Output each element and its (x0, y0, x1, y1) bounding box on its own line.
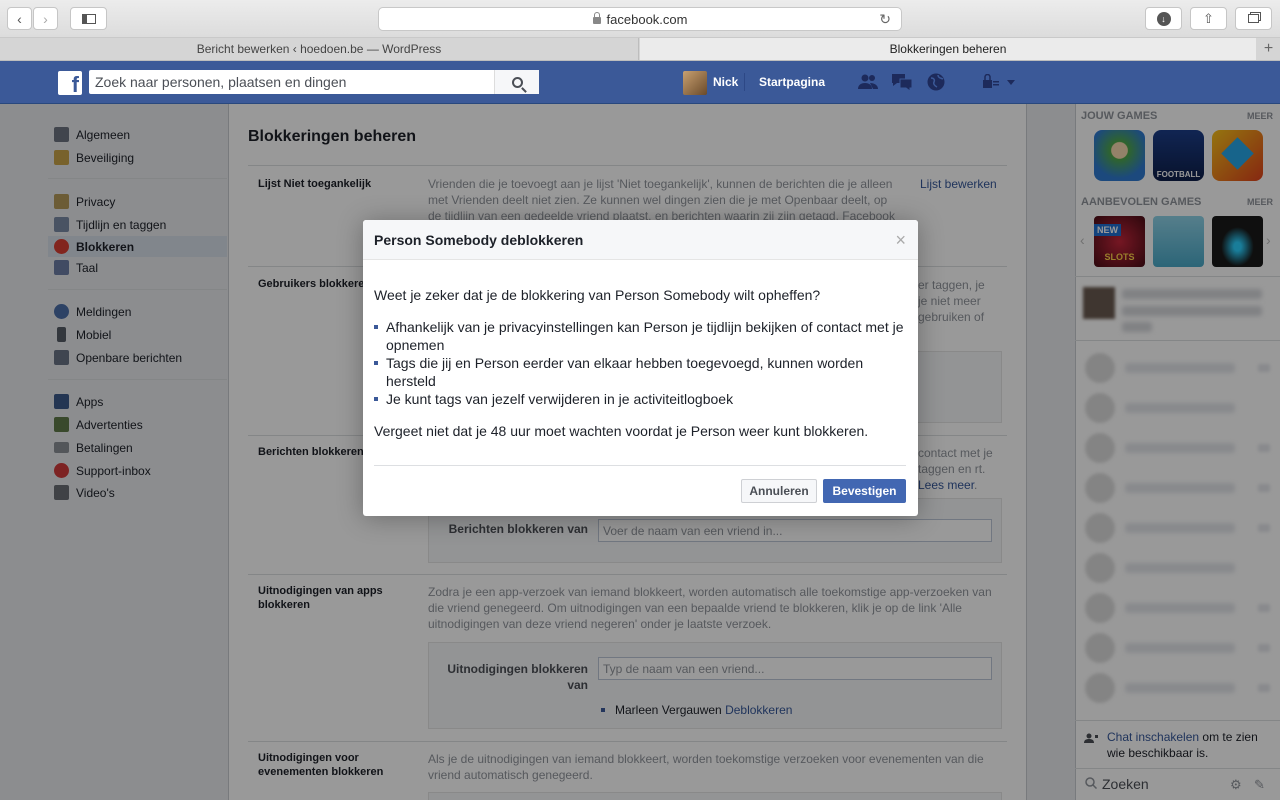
messages-icon[interactable] (891, 72, 913, 92)
chevron-left-icon: ‹ (17, 10, 22, 27)
facebook-logo-icon[interactable]: f (58, 71, 82, 95)
tab-label: Blokkeringen beheren (889, 42, 1007, 56)
dialog-divider (374, 465, 906, 466)
tab-wordpress[interactable]: Bericht bewerken ‹ hoedoen.be — WordPres… (0, 38, 639, 60)
list-item: Tags die jij en Person eerder van elkaar… (374, 354, 909, 390)
search-input[interactable]: Zoek naar personen, plaatsen en dingen (89, 70, 539, 94)
chevron-right-icon: › (43, 10, 48, 27)
browser-toolbar: ‹ › facebook.com ↻ ↓ ⇧ (0, 0, 1280, 38)
search-button[interactable] (494, 70, 539, 94)
dialog-question: Weet je zeker dat je de blokkering van P… (374, 287, 821, 303)
home-link[interactable]: Startpagina (759, 75, 825, 89)
list-item: Je kunt tags van jezelf verwijderen in j… (374, 390, 909, 408)
share-button[interactable]: ⇧ (1190, 7, 1227, 30)
nav-divider (744, 73, 745, 91)
cancel-button[interactable]: Annuleren (741, 479, 817, 503)
new-tab-button[interactable]: + (1257, 38, 1280, 60)
share-icon: ⇧ (1203, 10, 1214, 26)
tabs-overview-button[interactable] (1235, 7, 1272, 30)
download-icon: ↓ (1156, 11, 1171, 26)
dialog-title: Person Somebody deblokkeren (374, 232, 584, 248)
address-bar[interactable]: facebook.com ↻ (378, 7, 902, 31)
tab-label: Bericht bewerken ‹ hoedoen.be — WordPres… (196, 42, 442, 56)
dialog-note: Vergeet niet dat je 48 uur moet wachten … (374, 423, 869, 439)
dialog-consequences-list: Afhankelijk van je privacyinstellingen k… (374, 318, 909, 408)
list-item: Afhankelijk van je privacyinstellingen k… (374, 318, 909, 354)
tabs-icon (1248, 14, 1259, 23)
reload-icon[interactable]: ↻ (879, 11, 891, 28)
unblock-dialog: Person Somebody deblokkeren × Weet je ze… (363, 220, 918, 516)
search-icon (511, 76, 523, 88)
back-button[interactable]: ‹ (7, 7, 32, 30)
downloads-button[interactable]: ↓ (1145, 7, 1182, 30)
notifications-globe-icon[interactable] (925, 72, 947, 92)
tab-manage-blocking[interactable]: Blokkeringen beheren (640, 38, 1256, 60)
url-text: facebook.com (606, 11, 688, 27)
search-placeholder: Zoek naar personen, plaatsen en dingen (95, 74, 347, 90)
friend-requests-icon[interactable] (857, 72, 879, 92)
lock-icon (592, 11, 601, 24)
avatar[interactable] (683, 71, 707, 95)
forward-button[interactable]: › (33, 7, 58, 30)
sidebar-icon (81, 13, 96, 24)
privacy-shortcuts-icon[interactable] (978, 72, 1018, 92)
close-icon[interactable]: × (895, 230, 906, 251)
browser-tab-bar: Bericht bewerken ‹ hoedoen.be — WordPres… (0, 38, 1280, 61)
plus-icon: + (1263, 40, 1274, 57)
confirm-button[interactable]: Bevestigen (823, 479, 906, 503)
profile-link[interactable]: Nick (713, 75, 738, 89)
sidebar-toggle-button[interactable] (70, 7, 107, 30)
